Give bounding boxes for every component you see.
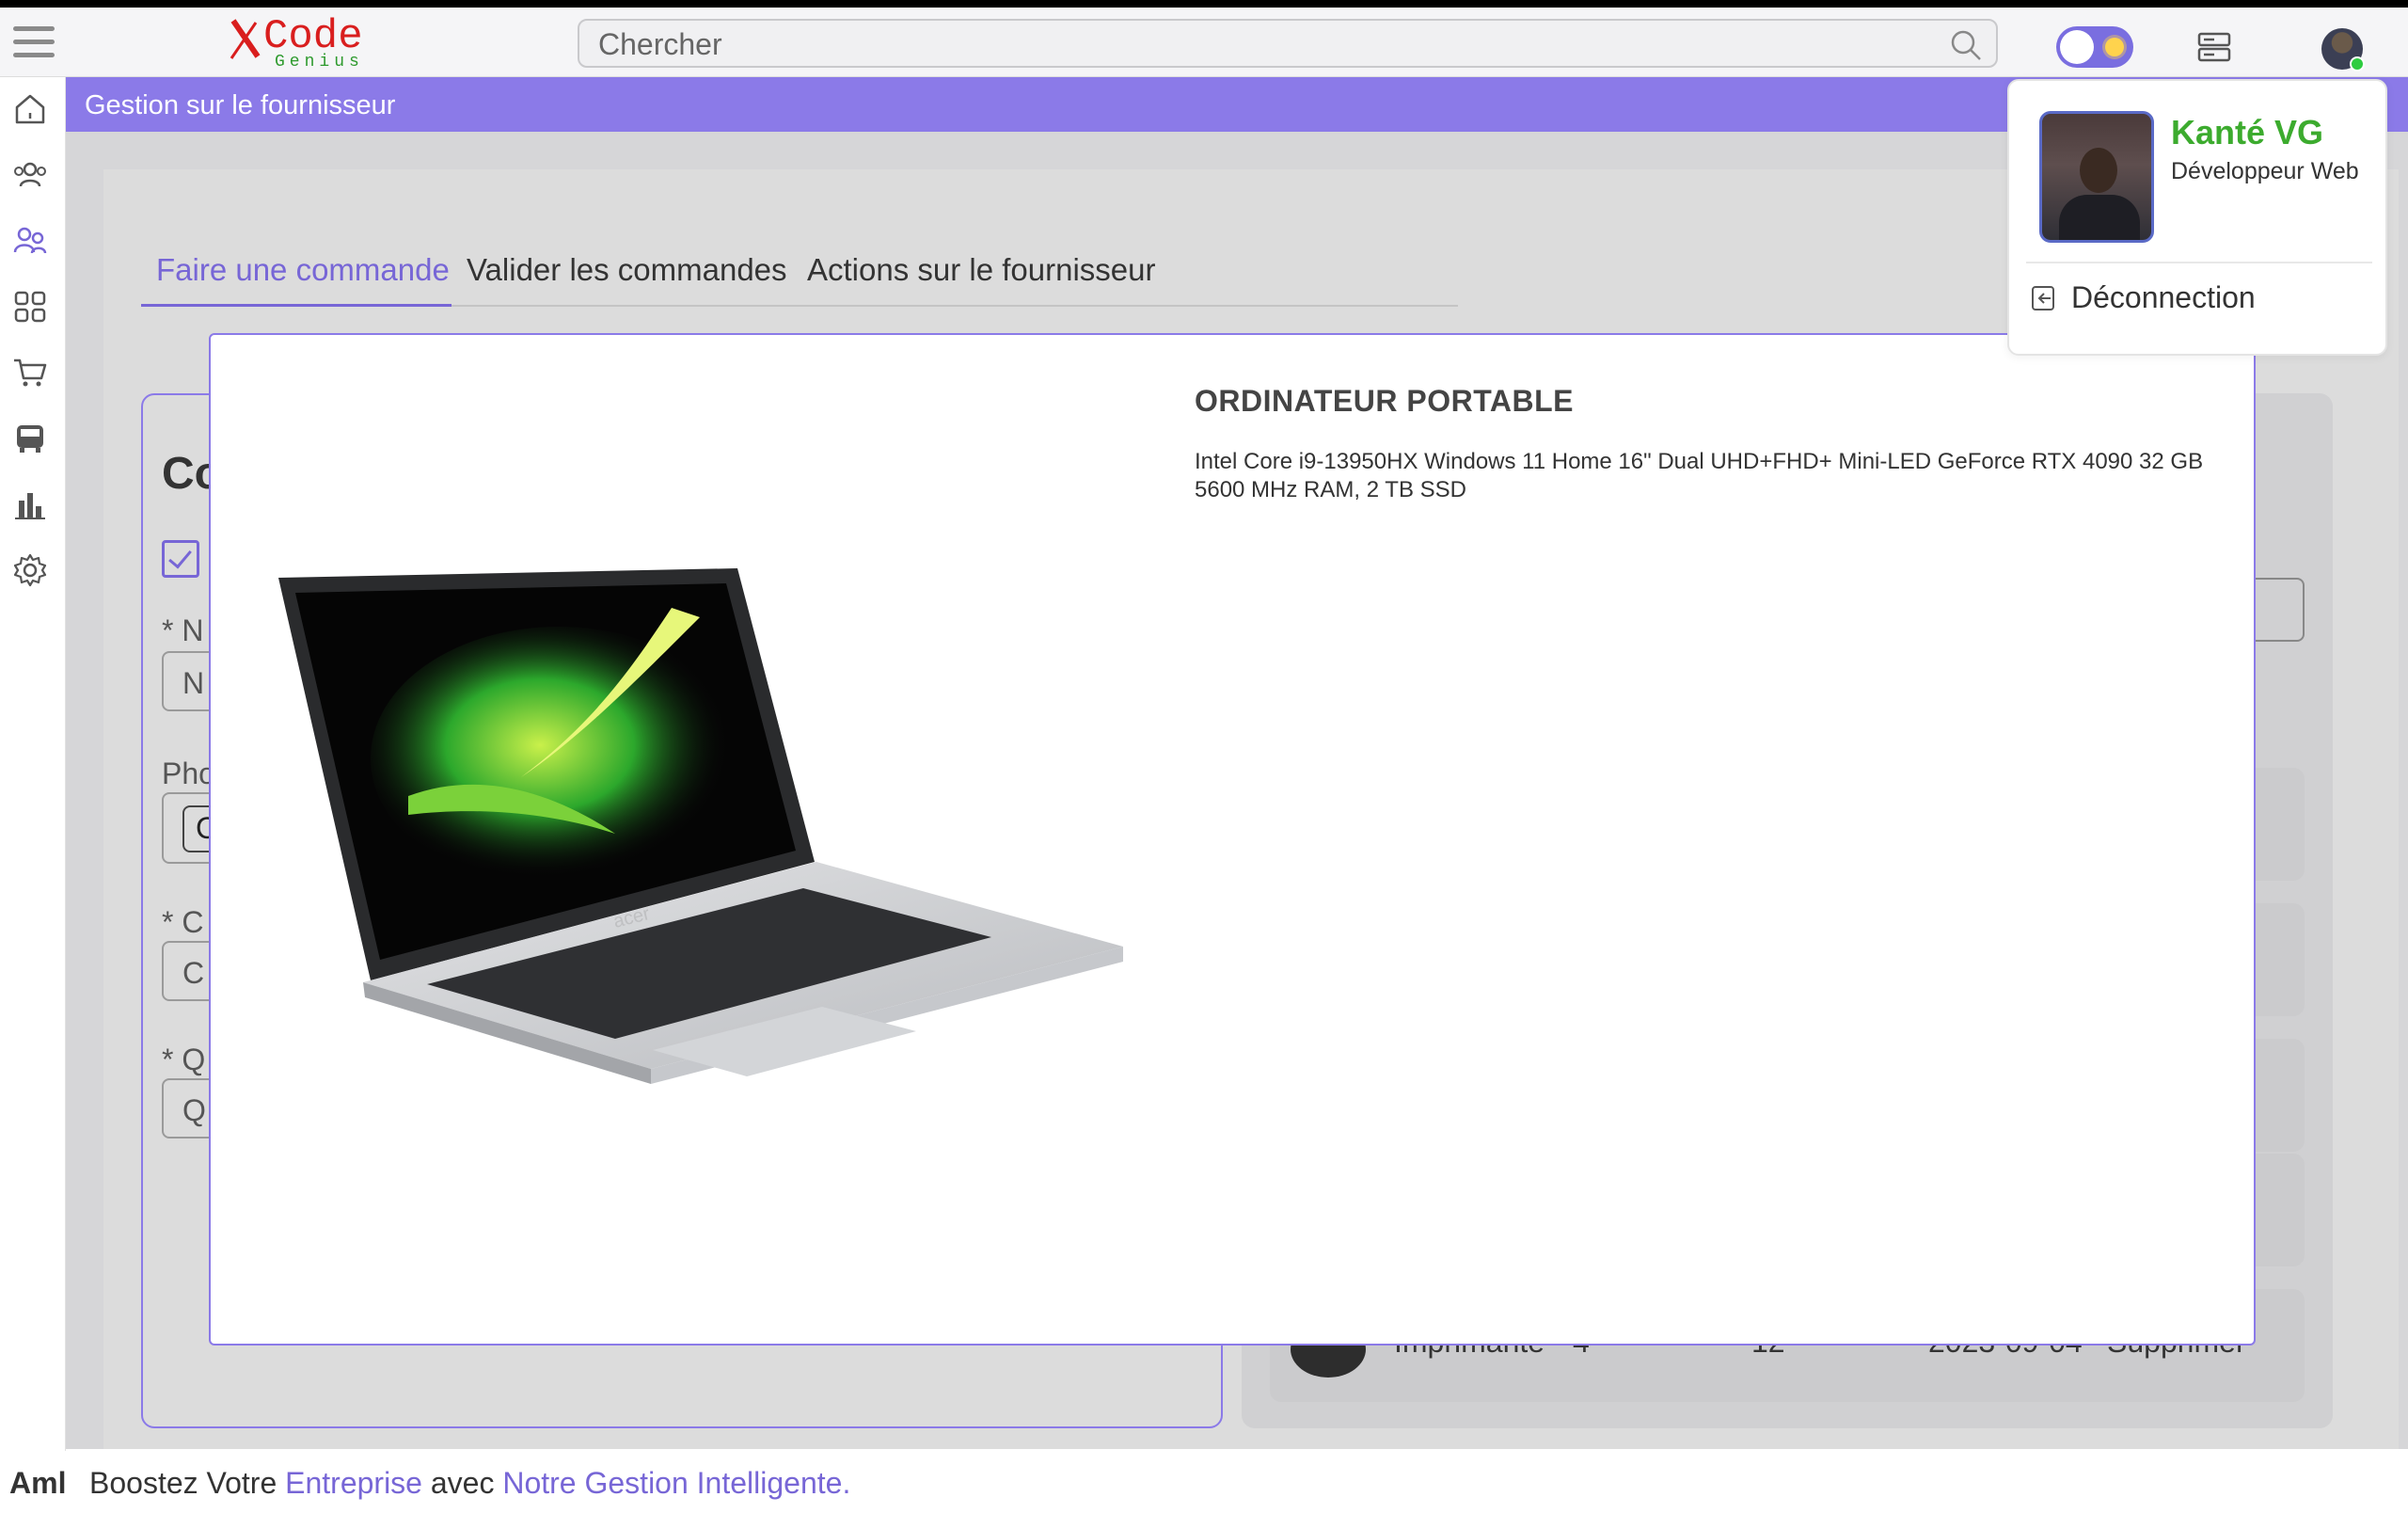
tagline-part-1: Boostez Votre (89, 1466, 286, 1500)
logout-icon[interactable] (2030, 284, 2058, 312)
theme-toggle[interactable] (2056, 26, 2133, 68)
page-title: Gestion sur le fournisseur (85, 90, 396, 120)
tagline-accent-1: Entreprise (285, 1466, 422, 1500)
bus-icon[interactable] (11, 420, 49, 457)
form-checkbox[interactable] (162, 540, 199, 578)
product-detail-modal: acer ORDINATEUR PORTABLE Intel Core i9-1… (209, 333, 2256, 1346)
tagline-part-2: avec (421, 1466, 503, 1500)
tagline-accent-2: Notre Gestion Intelligente. (502, 1466, 851, 1500)
online-status-dot (2350, 56, 2365, 72)
tab-bar: Faire une commande Valider les commandes… (141, 245, 1458, 307)
menu-toggle-icon[interactable] (13, 26, 55, 60)
user-role: Développeur Web (2171, 158, 2359, 184)
toggle-knob (2060, 30, 2094, 64)
user-menu-dropdown: Kanté VG Développeur Web Déconnection (2007, 79, 2387, 356)
field-value-4: Q (182, 1093, 206, 1127)
logout-button[interactable]: Déconnection (2071, 280, 2256, 315)
sidebar (0, 77, 66, 1451)
search-bar (578, 19, 1998, 68)
search-input[interactable] (598, 26, 1915, 62)
footer-brand: Aml (9, 1466, 67, 1500)
footer-tagline: Boostez Votre Entreprise avec Notre Gest… (89, 1466, 850, 1501)
cart-icon[interactable] (11, 354, 49, 391)
avatar[interactable] (2321, 28, 2365, 72)
product-title: ORDINATEUR PORTABLE (1195, 384, 1574, 418)
users-icon[interactable] (11, 156, 49, 194)
tab-actions-fournisseur[interactable]: Actions sur le fournisseur (807, 252, 1156, 288)
user-photo-face (2080, 148, 2117, 193)
footer: Aml Boostez Votre Entreprise avec Notre … (0, 1451, 2408, 1513)
menu-divider (2026, 262, 2372, 263)
product-image: acer (278, 568, 1123, 1084)
user-name: Kanté VG (2171, 113, 2324, 151)
chart-icon[interactable] (11, 486, 49, 523)
logo-sub-text: Genius (275, 53, 364, 70)
product-description: Intel Core i9-13950HX Windows 11 Home 16… (1195, 449, 2204, 502)
field-label-4: * Q (162, 1043, 206, 1076)
field-value-1: N (182, 666, 205, 700)
home-icon[interactable] (11, 90, 49, 128)
sun-icon (2105, 38, 2124, 56)
top-border (0, 0, 2408, 8)
top-bar: Code Genius (0, 8, 2408, 77)
tab-faire-commande[interactable]: Faire une commande (156, 252, 450, 288)
suppliers-icon[interactable] (11, 222, 49, 260)
apps-grid-icon[interactable] (11, 288, 49, 326)
field-label-1: * N (162, 613, 204, 647)
field-value-3: C (182, 956, 205, 990)
server-icon[interactable] (2195, 28, 2233, 66)
settings-icon[interactable] (11, 551, 49, 589)
user-photo (2039, 111, 2154, 243)
tab-valider-commandes[interactable]: Valider les commandes (467, 252, 787, 288)
user-photo-shirt (2059, 195, 2140, 240)
logo[interactable]: Code Genius (226, 13, 423, 70)
active-tab-indicator (141, 304, 452, 307)
field-label-2: Pho (162, 756, 215, 790)
field-label-3: * C (162, 905, 204, 939)
search-icon[interactable] (1949, 28, 1983, 62)
